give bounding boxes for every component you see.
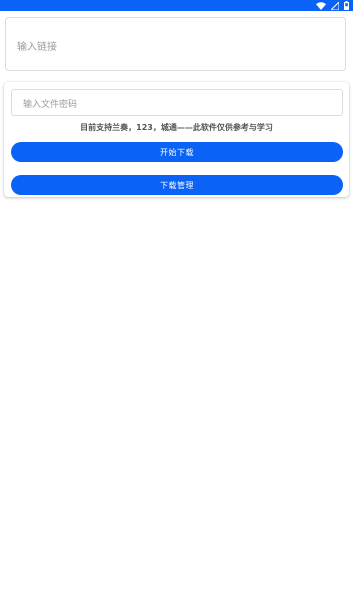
support-notice: 目前支持兰奏，123，城通——此软件仅供参考与学习 <box>80 123 273 132</box>
status-icons <box>316 0 349 11</box>
password-input-field[interactable]: 输入文件密码 <box>11 89 343 116</box>
download-card: 输入文件密码 目前支持兰奏，123，城通——此软件仅供参考与学习 开始下载 下载… <box>4 82 349 197</box>
link-input-placeholder: 输入链接 <box>17 42 57 53</box>
start-download-button[interactable]: 开始下载 <box>11 142 343 162</box>
signal-icon <box>331 1 339 10</box>
download-manage-button[interactable]: 下载管理 <box>11 175 343 195</box>
status-bar <box>0 0 353 11</box>
password-input-placeholder: 输入文件密码 <box>23 100 78 110</box>
link-input-field[interactable]: 输入链接 <box>5 17 346 71</box>
battery-icon <box>344 1 349 10</box>
wifi-icon <box>316 1 326 10</box>
